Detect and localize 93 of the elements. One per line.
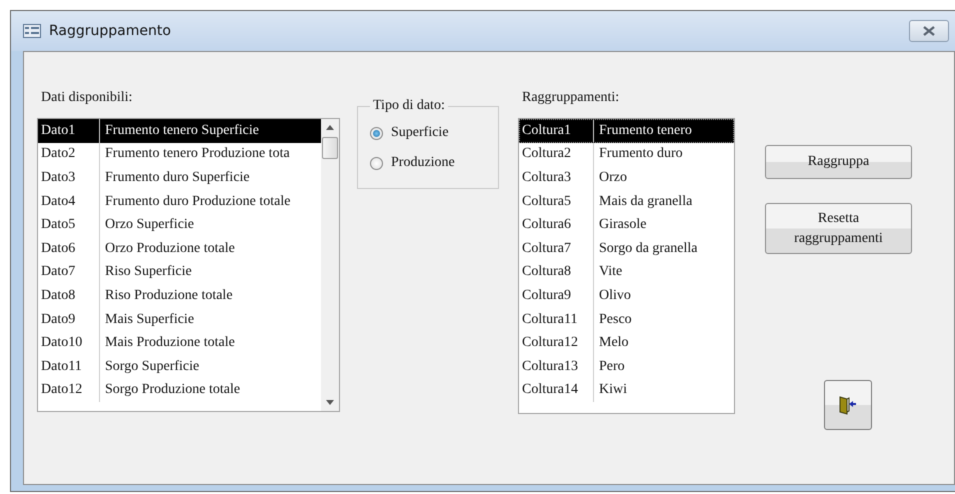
group-label: Tipo di dato: <box>372 98 446 114</box>
code-cell: Dato4 <box>38 190 100 214</box>
list-row[interactable]: Coltura6 Girasole <box>519 213 734 237</box>
radio-label: Produzione <box>391 155 455 171</box>
code-cell: Coltura9 <box>519 284 594 308</box>
close-icon <box>922 26 936 36</box>
code-cell: Coltura5 <box>519 190 594 214</box>
list-row[interactable]: Coltura14 Kiwi <box>519 378 734 402</box>
name-cell-text: Orzo Superficie <box>104 217 194 234</box>
name-cell-text: Sorgo da granella <box>598 240 698 257</box>
list-row[interactable]: Coltura13 Pero <box>519 354 734 379</box>
name-cell-text: Mais Produzione totale <box>104 335 235 352</box>
code-cell: Coltura1 <box>519 119 594 143</box>
code-cell: Dato11 <box>38 354 100 379</box>
scroll-thumb[interactable] <box>322 137 338 159</box>
code-cell: Dato12 <box>38 378 100 402</box>
code-cell: Coltura8 <box>519 260 594 284</box>
action-button[interactable]: Raggruppa <box>765 145 912 179</box>
name-cell-text: Vite <box>598 264 622 280</box>
list-row[interactable]: Dato12 Sorgo Produzione totale <box>38 378 321 402</box>
name-cell-text: Olivo <box>598 288 631 304</box>
code-cell: Coltura12 <box>519 331 594 355</box>
name-cell-text: Frumento tenero <box>598 122 692 139</box>
window-title: Raggruppamento <box>49 23 171 39</box>
list-row[interactable]: Dato9 Mais Superficie <box>38 308 321 332</box>
code-cell: Coltura14 <box>519 378 594 402</box>
name-cell-text: Frumento duro Produzione totale <box>104 194 290 210</box>
name-cell-text: Frumento tenero Superficie <box>104 122 259 139</box>
name-cell-text: Riso Superficie <box>104 264 192 280</box>
door-exit-icon <box>839 395 857 415</box>
list-row[interactable]: Coltura12 Melo <box>519 331 734 355</box>
name-cell-text: Mais Superficie <box>104 312 194 328</box>
name-cell-text: Orzo <box>598 170 627 186</box>
scroll-down-icon[interactable] <box>326 400 334 405</box>
name-cell-text: Orzo Produzione totale <box>104 240 235 257</box>
name-cell-text: Frumento duro <box>598 146 683 162</box>
code-cell: Coltura13 <box>519 354 594 379</box>
list-row[interactable]: Coltura11 Pesco <box>519 308 734 332</box>
name-cell-text: Kiwi <box>598 382 627 398</box>
list-row[interactable]: Dato11 Sorgo Superficie <box>38 354 321 379</box>
code-cell: Coltura11 <box>519 308 594 332</box>
code-cell: Dato3 <box>38 166 100 190</box>
list-row[interactable]: Coltura2 Frumento duro <box>519 142 734 166</box>
code-cell: Coltura2 <box>519 142 594 166</box>
radio-option[interactable]: Produzione <box>370 148 486 178</box>
name-cell-text: Sorgo Superficie <box>104 358 200 375</box>
scrollbar[interactable] <box>321 119 339 411</box>
code-cell: Dato2 <box>38 142 100 166</box>
radio-button[interactable] <box>370 126 383 140</box>
scroll-up-icon[interactable] <box>326 125 334 130</box>
code-cell: Coltura7 <box>519 236 594 261</box>
name-cell-text: Melo <box>598 335 629 352</box>
list-row[interactable]: Dato3 Frumento duro Superficie <box>38 166 321 190</box>
name-cell-text: Frumento tenero Produzione tota <box>104 146 290 162</box>
list-row[interactable]: Dato5 Orzo Superficie <box>38 213 321 237</box>
list-row[interactable]: Coltura5 Mais da granella <box>519 190 734 214</box>
list-row[interactable]: Dato7 Riso Superficie <box>38 260 321 284</box>
close-button[interactable] <box>909 20 949 42</box>
list-row[interactable]: Coltura8 Vite <box>519 260 734 284</box>
list-row[interactable]: Dato1 Frumento tenero Superficie <box>38 119 321 143</box>
list-row[interactable]: Coltura7 Sorgo da granella <box>519 236 734 261</box>
code-cell: Dato7 <box>38 260 100 284</box>
radio-option[interactable]: Superficie <box>370 118 486 148</box>
list-row[interactable]: Coltura3 Orzo <box>519 166 734 190</box>
name-cell-text: Sorgo Produzione totale <box>104 382 240 398</box>
form-icon <box>23 24 41 38</box>
name-cell-text: Pero <box>598 358 625 375</box>
code-cell: Dato8 <box>38 284 100 308</box>
action-button[interactable]: Resetta raggruppamenti <box>765 203 912 254</box>
name-cell-text: Girasole <box>598 217 646 234</box>
list-row[interactable]: Dato8 Riso Produzione totale <box>38 284 321 308</box>
name-cell-text: Riso Produzione totale <box>104 288 233 304</box>
name-cell-text: Frumento duro Superficie <box>104 170 250 186</box>
name-cell-text: Pesco <box>598 312 632 328</box>
code-cell: Dato5 <box>38 213 100 237</box>
list-row[interactable]: Dato2 Frumento tenero Produzione tota <box>38 142 321 166</box>
code-cell: Coltura6 <box>519 213 594 237</box>
list-row[interactable]: Coltura1 Frumento tenero <box>519 119 734 143</box>
code-cell: Dato10 <box>38 331 100 355</box>
list-label: Dati disponibili: <box>41 90 134 107</box>
code-cell: Dato9 <box>38 308 100 332</box>
radio-label: Superficie <box>391 125 449 141</box>
list-row[interactable]: Coltura9 Olivo <box>519 284 734 308</box>
name-cell-text: Mais da granella <box>598 194 692 210</box>
list-row[interactable]: Dato6 Orzo Produzione totale <box>38 236 321 261</box>
code-cell: Dato1 <box>38 119 100 143</box>
exit-button[interactable] <box>824 380 872 430</box>
code-cell: Dato6 <box>38 236 100 261</box>
code-cell: Coltura3 <box>519 166 594 190</box>
list-label: Raggruppamenti: <box>522 90 620 107</box>
list-row[interactable]: Dato4 Frumento duro Produzione totale <box>38 190 321 214</box>
list-row[interactable]: Dato10 Mais Produzione totale <box>38 331 321 355</box>
radio-button[interactable] <box>370 156 383 170</box>
